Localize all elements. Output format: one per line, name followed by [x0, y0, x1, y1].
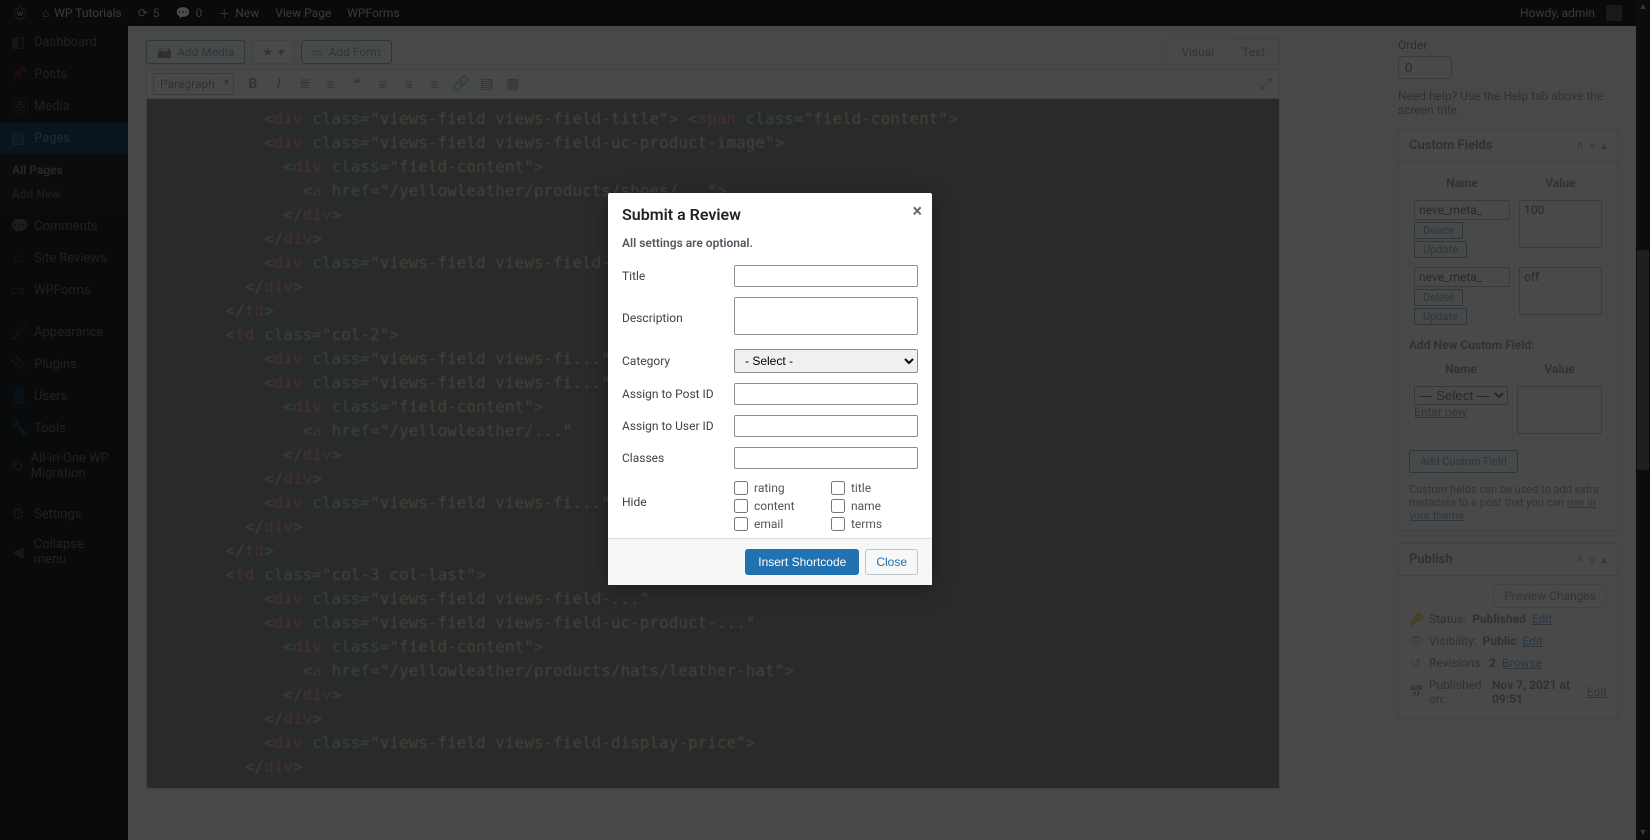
- modal-title: Submit a Review: [622, 205, 741, 224]
- classes-input[interactable]: [734, 447, 918, 469]
- close-icon[interactable]: ×: [912, 201, 922, 222]
- assign-post-input[interactable]: [734, 383, 918, 405]
- hide-rating-checkbox[interactable]: rating: [734, 481, 821, 495]
- hide-email-checkbox[interactable]: email: [734, 517, 821, 531]
- close-button[interactable]: Close: [865, 549, 918, 575]
- label-hide: Hide: [622, 479, 734, 509]
- title-input[interactable]: [734, 265, 918, 287]
- modal-note: All settings are optional.: [608, 236, 932, 260]
- hide-name-checkbox[interactable]: name: [831, 499, 918, 513]
- label-assign-user: Assign to User ID: [622, 419, 734, 433]
- hide-title-checkbox[interactable]: title: [831, 481, 918, 495]
- hide-content-checkbox[interactable]: content: [734, 499, 821, 513]
- submit-review-modal: Submit a Review × All settings are optio…: [608, 193, 932, 585]
- description-input[interactable]: [734, 297, 918, 335]
- insert-shortcode-button[interactable]: Insert Shortcode: [745, 549, 859, 575]
- label-classes: Classes: [622, 451, 734, 465]
- label-title: Title: [622, 269, 734, 283]
- assign-user-input[interactable]: [734, 415, 918, 437]
- category-select[interactable]: - Select -: [734, 349, 918, 373]
- hide-terms-checkbox[interactable]: terms: [831, 517, 918, 531]
- label-category: Category: [622, 354, 734, 368]
- label-description: Description: [622, 311, 734, 325]
- label-assign-post: Assign to Post ID: [622, 387, 734, 401]
